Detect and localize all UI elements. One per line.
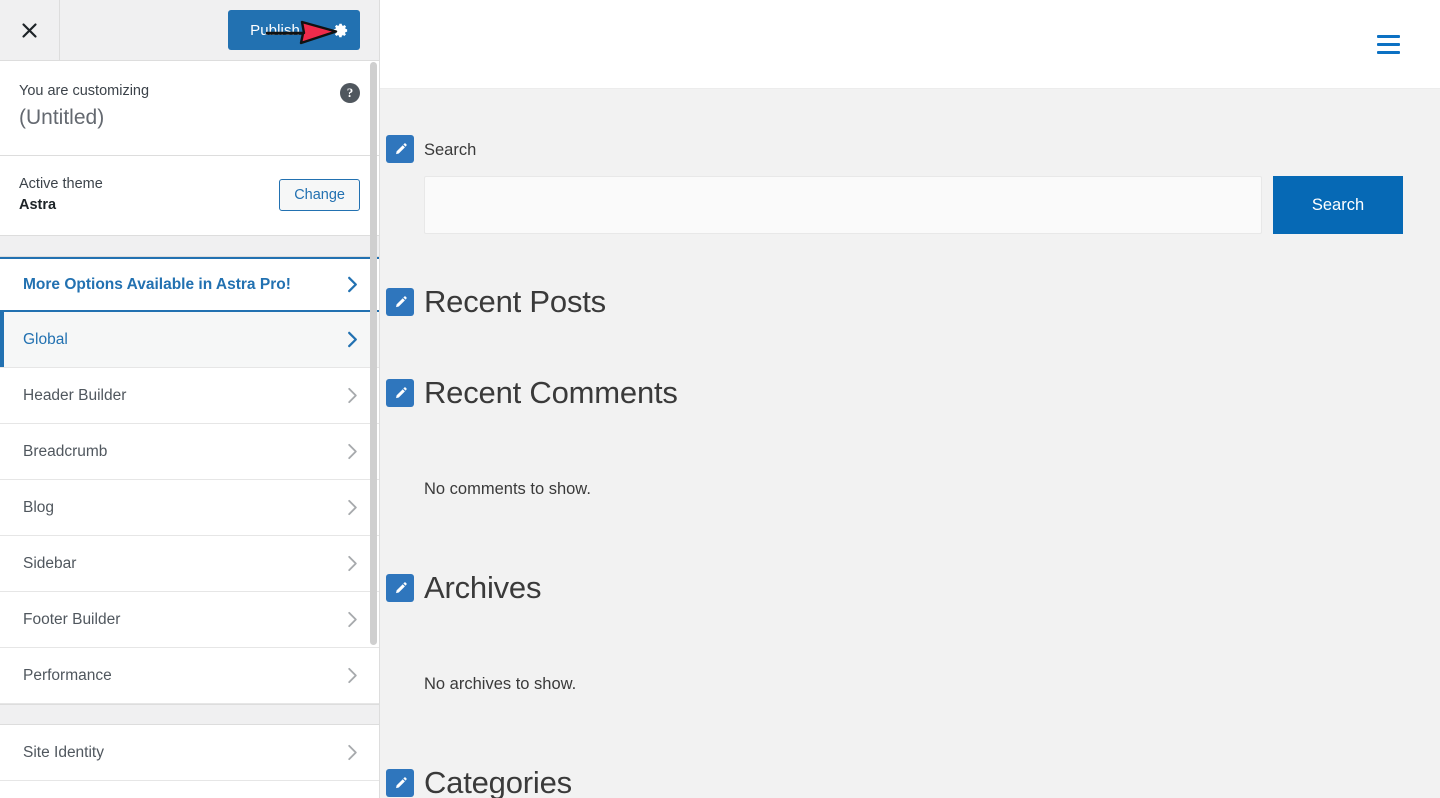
chevron-right-icon <box>345 611 360 628</box>
pencil-glyph-icon <box>395 142 407 154</box>
active-theme-label: Active theme <box>19 175 103 192</box>
sidebar-separator-secondary <box>0 704 379 726</box>
chevron-right-icon <box>345 744 360 761</box>
widget-search: Search Search <box>380 135 1440 234</box>
sidebar-item-breadcrumb[interactable]: Breadcrumb <box>0 424 379 481</box>
pencil-edit-icon[interactable] <box>386 379 414 407</box>
sidebar-item-header-builder[interactable]: Header Builder <box>0 368 379 425</box>
active-theme-row: Active theme Astra Change <box>0 155 379 237</box>
active-theme-name: Astra <box>19 197 57 214</box>
hamburger-bar <box>1377 42 1400 46</box>
widget-recent-comments: Recent Comments <box>380 377 1440 408</box>
sidebar-item-label: Header Builder <box>23 386 127 404</box>
chevron-right-icon <box>345 499 360 516</box>
customizer-app: Publish You are customizing (Untitled) ?… <box>0 0 1440 798</box>
recent-comments-empty-text: No comments to show. <box>424 480 591 498</box>
site-preview-header <box>380 0 1440 89</box>
customizing-heading: You are customizing <box>19 83 150 99</box>
customizing-title: (Untitled) <box>19 106 105 130</box>
sidebar-item-label: Blog <box>23 498 55 516</box>
widget-area: Search Search Recent Posts Recent Commen… <box>380 89 1440 798</box>
archives-empty-wrap: No archives to show. <box>380 675 1440 694</box>
sidebar-item-label: Performance <box>23 666 112 684</box>
widget-categories: Categories No categories <box>380 767 1440 798</box>
publish-button[interactable]: Publish <box>228 10 320 50</box>
pencil-edit-icon[interactable] <box>386 288 414 316</box>
publish-button-group: Publish <box>228 10 360 50</box>
pencil-glyph-icon <box>395 581 407 593</box>
sidebar-item-label: Breadcrumb <box>23 442 108 460</box>
chevron-right-icon <box>345 276 360 293</box>
hamburger-bar <box>1377 50 1400 54</box>
search-widget-label: Search <box>424 141 477 159</box>
pencil-glyph-icon <box>395 295 407 307</box>
hamburger-bar <box>1377 34 1400 38</box>
sidebar-item-global[interactable]: Global <box>0 312 379 369</box>
archives-title: Archives <box>424 570 542 605</box>
customizer-panel-list: More Options Available in Astra Pro! Glo… <box>0 257 379 705</box>
hamburger-menu-icon[interactable] <box>1373 31 1404 58</box>
sidebar-item-footer-builder[interactable]: Footer Builder <box>0 592 379 649</box>
chevron-right-icon <box>345 331 360 348</box>
active-theme-meta: Active theme Astra <box>19 174 103 218</box>
sidebar-item-blog[interactable]: Blog <box>0 480 379 537</box>
close-customizer-button[interactable] <box>0 0 60 60</box>
sidebar-item-site-identity[interactable]: Site Identity <box>0 725 379 782</box>
customizer-sidebar: Publish You are customizing (Untitled) ?… <box>0 0 380 798</box>
customizer-section-list: Site Identity <box>0 725 379 782</box>
categories-title: Categories <box>424 765 572 798</box>
customizer-header: Publish <box>0 0 379 61</box>
sidebar-item-label: Footer Builder <box>23 610 121 628</box>
publish-settings-button[interactable] <box>320 10 360 50</box>
chevron-right-icon <box>345 555 360 572</box>
pencil-glyph-icon <box>395 776 407 788</box>
close-icon <box>22 22 37 38</box>
chevron-right-icon <box>345 387 360 404</box>
recent-comments-title: Recent Comments <box>424 375 678 410</box>
sidebar-item-astra-pro[interactable]: More Options Available in Astra Pro! <box>0 257 379 313</box>
pencil-edit-icon[interactable] <box>386 769 414 797</box>
search-form: Search <box>424 176 1440 234</box>
chevron-right-icon <box>345 443 360 460</box>
sidebar-item-sidebar[interactable]: Sidebar <box>0 536 379 593</box>
chevron-right-icon <box>345 667 360 684</box>
sidebar-item-label: More Options Available in Astra Pro! <box>23 275 291 293</box>
search-input[interactable] <box>424 176 1262 234</box>
widget-archives: Archives <box>380 572 1440 603</box>
header-actions: Publish <box>60 0 379 60</box>
pencil-glyph-icon <box>395 386 407 398</box>
sidebar-item-performance[interactable]: Performance <box>0 648 379 705</box>
sidebar-item-label: Site Identity <box>23 743 104 761</box>
customizing-info: You are customizing (Untitled) ? <box>0 61 379 156</box>
pencil-edit-icon[interactable] <box>386 574 414 602</box>
help-circle-icon[interactable]: ? <box>340 83 360 103</box>
gear-icon <box>333 23 348 37</box>
sidebar-item-label: Sidebar <box>23 554 77 572</box>
sidebar-item-label: Global <box>23 330 68 348</box>
recent-posts-title: Recent Posts <box>424 284 606 319</box>
sidebar-separator <box>0 236 379 258</box>
archives-empty-text: No archives to show. <box>424 675 577 693</box>
search-submit-button[interactable]: Search <box>1273 176 1403 234</box>
site-preview: Search Search Recent Posts Recent Commen… <box>380 0 1440 798</box>
change-theme-button[interactable]: Change <box>279 179 360 212</box>
sidebar-scrollbar[interactable] <box>370 62 377 645</box>
pencil-edit-icon[interactable] <box>386 135 414 163</box>
widget-recent-posts: Recent Posts <box>380 286 1440 317</box>
recent-comments-empty-wrap: No comments to show. <box>380 480 1440 499</box>
